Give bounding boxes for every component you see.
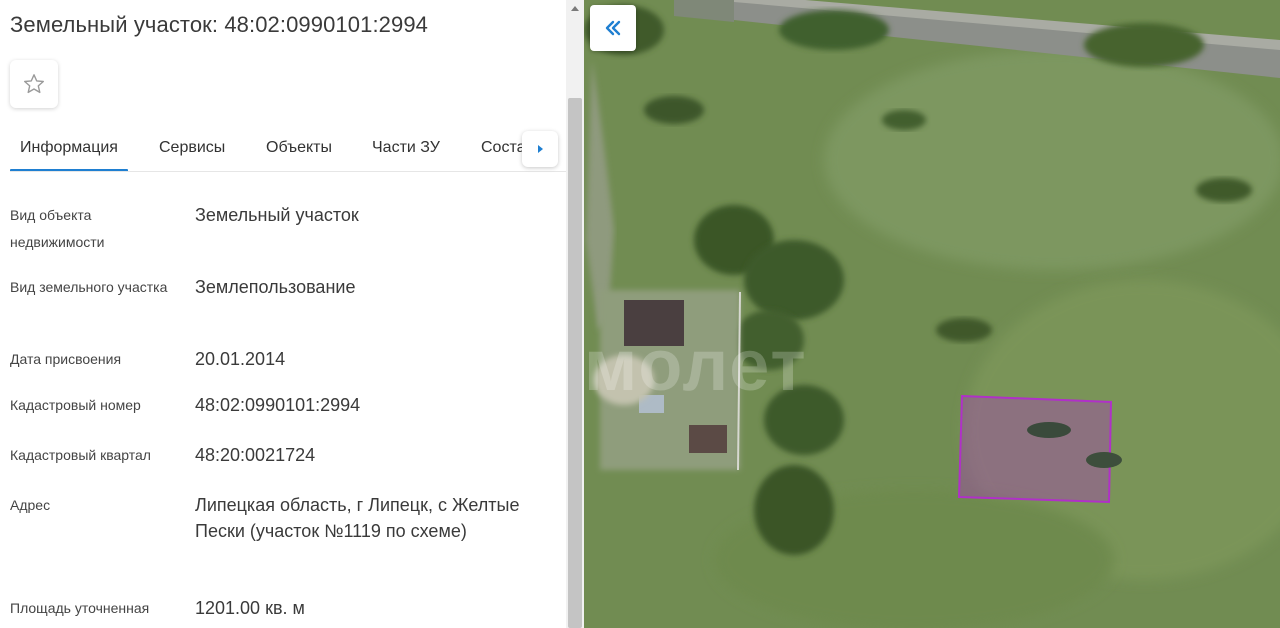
satellite-map[interactable]: молет [584,0,1280,628]
tab-information[interactable]: Информация [10,124,128,171]
tab-bar: Информация Сервисы Объекты Части ЗУ Сост… [10,124,566,172]
star-icon [24,74,44,94]
collapse-panel-button[interactable] [590,5,636,51]
property-label: Вид земельного участка [10,279,168,295]
page-title: Земельный участок: 48:02:0990101:2994 [10,12,428,37]
property-value: 1201.00 кв. м [195,598,305,618]
property-label: Кадастровый номер [10,397,141,413]
info-panel: Земельный участок: 48:02:0990101:2994 Ин… [0,0,566,628]
tab-services[interactable]: Сервисы [149,124,235,171]
tabs-scroll-right-button[interactable] [522,131,558,167]
property-value: 20.01.2014 [195,349,286,369]
satellite-imagery [584,0,1280,628]
property-value: Землепользование [195,277,356,297]
panel-scrollbar[interactable] [566,0,584,628]
property-value: 48:20:0021724 [195,445,316,465]
property-value: 48:02:0990101:2994 [195,395,361,415]
property-label: Вид объекта недвижимости [10,207,105,250]
favorite-button[interactable] [10,60,58,108]
tab-parts[interactable]: Части ЗУ [362,124,450,171]
scroll-up-arrow-icon[interactable] [566,0,584,16]
property-value: Земельный участок [195,205,359,225]
scroll-thumb[interactable] [568,98,582,628]
property-label: Дата присвоения [10,351,122,367]
property-label: Адрес [10,497,51,513]
map-watermark: молет [584,326,808,406]
double-chevron-left-icon [605,20,621,36]
property-label: Площадь уточненная [10,600,150,616]
caret-right-icon [538,145,543,153]
property-value: Липецкая область, г Липецк, с Желтые Пес… [195,495,520,541]
property-label: Кадастровый квартал [10,447,151,463]
tab-objects[interactable]: Объекты [256,124,342,171]
